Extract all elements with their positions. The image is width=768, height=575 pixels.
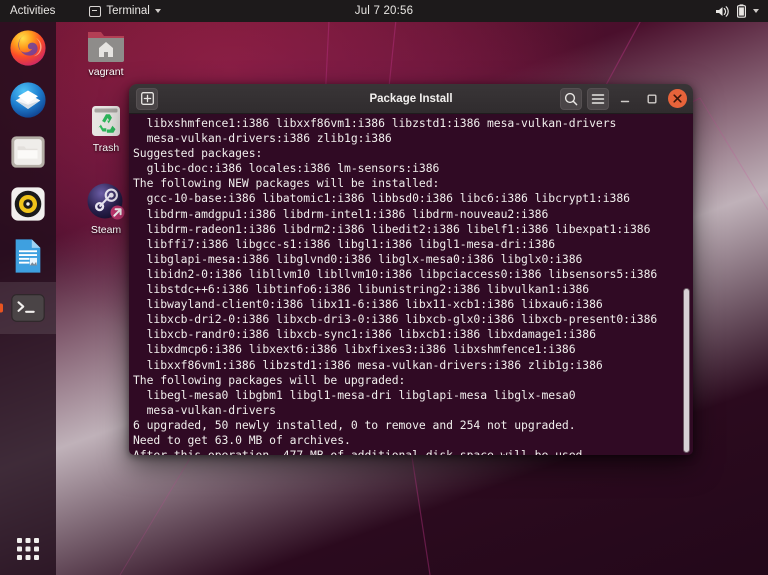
top-bar: Activities Terminal Jul 7 20:56 bbox=[0, 0, 768, 22]
app-grid-icon bbox=[17, 538, 39, 560]
terminal-icon bbox=[89, 5, 102, 17]
terminal-scrollbar[interactable] bbox=[681, 114, 692, 455]
system-menu-chevron-down-icon bbox=[753, 9, 759, 13]
dock-item-thunderbird[interactable] bbox=[0, 74, 56, 126]
new-tab-button[interactable] bbox=[136, 87, 158, 110]
dock-item-terminal[interactable] bbox=[0, 282, 56, 334]
app-menu-label: Terminal bbox=[106, 5, 150, 17]
desktop-icon-trash[interactable]: Trash bbox=[78, 102, 134, 154]
scrollbar-thumb[interactable] bbox=[683, 288, 690, 453]
hamburger-menu-icon bbox=[591, 93, 605, 104]
terminal-window: Package Install libxshmfence1:i386 libxx… bbox=[129, 84, 693, 455]
thunderbird-icon bbox=[10, 82, 46, 118]
close-button[interactable] bbox=[668, 89, 687, 108]
minimize-button[interactable] bbox=[614, 88, 636, 110]
trash-recycle-icon bbox=[92, 106, 120, 136]
app-menu-button[interactable]: Terminal bbox=[89, 5, 161, 17]
dock-item-rhythmbox[interactable] bbox=[0, 178, 56, 230]
clock[interactable]: Jul 7 20:56 bbox=[355, 5, 413, 17]
activities-button[interactable]: Activities bbox=[10, 5, 55, 17]
chevron-down-icon bbox=[154, 9, 161, 13]
rhythmbox-icon bbox=[11, 187, 45, 221]
minimize-icon bbox=[620, 100, 630, 102]
folder-home-icon bbox=[88, 32, 124, 62]
window-titlebar[interactable]: Package Install bbox=[129, 84, 693, 114]
close-icon bbox=[673, 94, 682, 103]
steam-icon bbox=[87, 183, 125, 220]
search-button[interactable] bbox=[560, 87, 582, 110]
new-tab-icon bbox=[140, 92, 154, 105]
libreoffice-writer-icon bbox=[15, 239, 41, 273]
maximize-icon bbox=[647, 94, 657, 103]
system-status-area[interactable] bbox=[715, 4, 759, 18]
maximize-button[interactable] bbox=[641, 88, 663, 110]
show-applications-button[interactable] bbox=[0, 537, 56, 561]
firefox-icon bbox=[10, 30, 46, 66]
desktop-icon-label: Trash bbox=[92, 142, 120, 154]
dock-item-libreoffice-writer[interactable] bbox=[0, 230, 56, 282]
battery-icon bbox=[737, 4, 746, 18]
terminal-output-area[interactable]: libxshmfence1:i386 libxxf86vm1:i386 libz… bbox=[129, 114, 693, 455]
files-icon bbox=[11, 136, 45, 168]
desktop-icon-label: vagrant bbox=[88, 66, 124, 78]
window-controls bbox=[560, 87, 687, 110]
menu-button[interactable] bbox=[587, 87, 609, 110]
desktop-icon-vagrant[interactable]: vagrant bbox=[78, 26, 134, 78]
volume-icon bbox=[716, 5, 729, 17]
terminal-text: libxshmfence1:i386 libxxf86vm1:i386 libz… bbox=[133, 116, 658, 455]
dock bbox=[0, 22, 56, 575]
terminal-app-icon bbox=[11, 294, 45, 322]
desktop-icon-steam[interactable]: Steam bbox=[78, 182, 134, 236]
dock-item-files[interactable] bbox=[0, 126, 56, 178]
dock-item-firefox[interactable] bbox=[0, 22, 56, 74]
desktop-icon-label: Steam bbox=[90, 224, 122, 236]
search-icon bbox=[564, 92, 578, 105]
